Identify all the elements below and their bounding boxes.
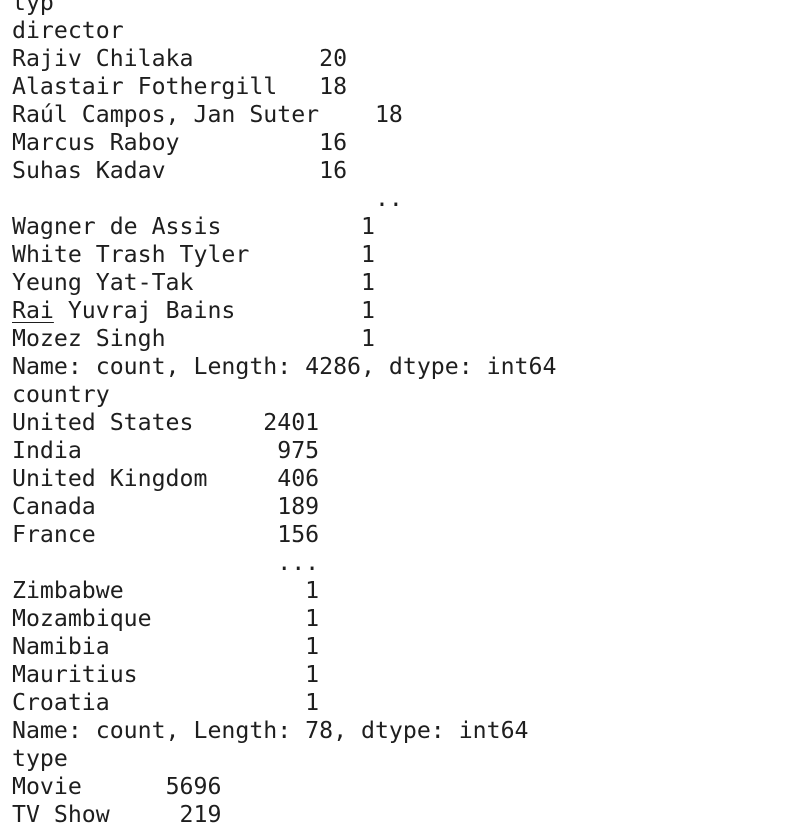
list-item: Rai Yuvraj Bains 1 <box>12 297 556 325</box>
row-label: Mauritius <box>12 661 138 688</box>
list-item: Yeung Yat-Tak 1 <box>12 269 556 297</box>
row-value: 156 <box>263 521 320 548</box>
row-value: 1 <box>347 325 375 352</box>
list-item: United States 2401 <box>12 409 556 437</box>
row-value: 20 <box>319 45 348 72</box>
row-value: 189 <box>263 493 320 520</box>
list-item: Marcus Raboy 16 <box>12 129 556 157</box>
row-value: 16 <box>319 157 348 184</box>
row-label: Raúl Campos, Jan Suter <box>12 101 320 128</box>
list-item: Suhas Kadav 16 <box>12 157 556 185</box>
row-label: India <box>12 437 82 464</box>
cut-off-line: typ <box>12 0 54 16</box>
row-label: Yuvraj Bains <box>53 297 236 324</box>
country-header: country <box>12 381 110 408</box>
row-label: Suhas Kadav <box>12 157 166 184</box>
list-item: Raúl Campos, Jan Suter 18 <box>12 101 556 129</box>
row-value: 1 <box>347 269 375 296</box>
row-value: 1 <box>263 633 320 660</box>
row-value: 1 <box>347 297 375 324</box>
row-value: 1 <box>263 605 320 632</box>
notebook-output: typ director Rajiv Chilaka 20 Alastair Foth… <box>12 0 556 829</box>
row-label: Mozambique <box>12 605 152 632</box>
row-value: 5696 <box>165 773 222 800</box>
director-header: director <box>12 17 124 44</box>
list-item: .. <box>12 185 556 213</box>
row-value: 1 <box>263 689 320 716</box>
list-item: Rajiv Chilaka 20 <box>12 45 556 73</box>
list-item: Wagner de Assis 1 <box>12 213 556 241</box>
row-label-underlined: Rai <box>12 297 54 324</box>
row-value: 1 <box>347 213 375 240</box>
row-label: France <box>12 521 96 548</box>
list-item: Movie 5696 <box>12 773 556 801</box>
row-label: Canada <box>12 493 96 520</box>
row-label: White Trash Tyler <box>12 241 250 268</box>
list-item: TV Show 219 <box>12 801 556 829</box>
list-item: Mozez Singh 1 <box>12 325 556 353</box>
list-item: Canada 189 <box>12 493 556 521</box>
row-label: Wagner de Assis <box>12 213 222 240</box>
row-label: Alastair Fothergill <box>12 73 278 100</box>
row-value: 1 <box>347 241 375 268</box>
type-header: type <box>12 745 68 772</box>
list-item: France 156 <box>12 521 556 549</box>
row-value: 18 <box>319 73 348 100</box>
list-item: United Kingdom 406 <box>12 465 556 493</box>
row-label: Marcus Raboy <box>12 129 180 156</box>
country-footer: Name: count, Length: 78, dtype: int64 <box>12 717 529 744</box>
row-value: 1 <box>263 577 320 604</box>
row-label: Croatia <box>12 689 110 716</box>
row-label: United Kingdom <box>12 465 208 492</box>
list-item: ... <box>12 549 556 577</box>
list-item: Alastair Fothergill 18 <box>12 73 556 101</box>
row-label: United States <box>12 409 194 436</box>
list-item: Namibia 1 <box>12 633 556 661</box>
row-label: Namibia <box>12 633 110 660</box>
row-value: 16 <box>319 129 348 156</box>
row-label: Mozez Singh <box>12 325 166 352</box>
row-label: Movie <box>12 773 82 800</box>
row-value: 2401 <box>263 409 320 436</box>
row-label: Rajiv Chilaka <box>12 45 194 72</box>
row-value: 1 <box>263 661 320 688</box>
list-item: Mozambique 1 <box>12 605 556 633</box>
director-footer: Name: count, Length: 4286, dtype: int64 <box>12 353 557 380</box>
list-item: Mauritius 1 <box>12 661 556 689</box>
row-value: 406 <box>263 465 320 492</box>
row-label: Yeung Yat-Tak <box>12 269 194 296</box>
row-value: 18 <box>374 101 403 128</box>
list-item: India 975 <box>12 437 556 465</box>
list-item: Croatia 1 <box>12 689 556 717</box>
list-item: White Trash Tyler 1 <box>12 241 556 269</box>
ellipsis: .. <box>374 185 403 212</box>
ellipsis: ... <box>263 549 320 576</box>
row-label: Zimbabwe <box>12 577 124 604</box>
row-value: 975 <box>263 437 320 464</box>
list-item: Zimbabwe 1 <box>12 577 556 605</box>
